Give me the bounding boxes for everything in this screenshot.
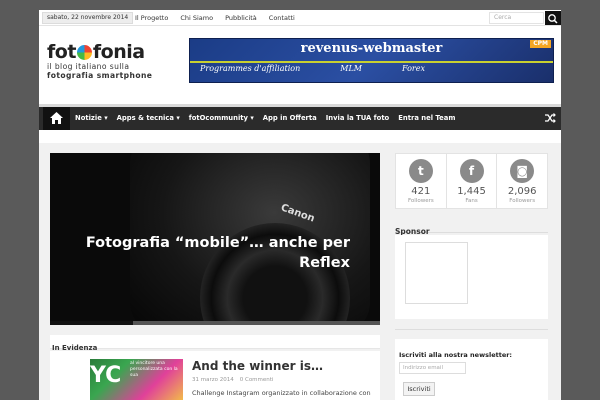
site-logo[interactable]: fot fonia il blog italiano sulla fotograf… <box>47 42 152 80</box>
nav-item-app-offerta[interactable]: App in Offerta <box>263 107 317 130</box>
slide-progress-bar <box>50 321 133 325</box>
newsletter-widget: Iscriviti alla nostra newsletter: Indiri… <box>395 339 548 400</box>
aperture-icon <box>76 45 92 60</box>
facebook-count: 1,445 <box>457 186 486 197</box>
nav-item-entra-team[interactable]: Entra nel Team <box>398 107 455 130</box>
banner-divider <box>190 61 553 63</box>
top-bar: sabato, 22 novembre 2014 Il Progetto Chi… <box>39 10 561 26</box>
home-button[interactable] <box>43 107 70 130</box>
post-meta: 31 marzo 2014 0 Commenti <box>192 377 273 383</box>
sponsor-box <box>395 235 548 319</box>
post-date: 31 marzo 2014 <box>192 377 234 383</box>
banner-item: MLM <box>340 64 362 73</box>
newsletter-label: Iscriviti alla nostra newsletter: <box>399 351 513 359</box>
thumb-caption: al vincitore una personalizzata con la s… <box>130 361 178 378</box>
top-nav: Il Progetto Chi Siamo Pubblicità Contatt… <box>135 10 307 26</box>
section-heading-evidenza: In Evidenza <box>50 335 380 352</box>
social-twitter[interactable]: t 421 Followers <box>396 154 447 208</box>
top-link-chi-siamo[interactable]: Chi Siamo <box>180 10 213 26</box>
search-button[interactable] <box>545 11 561 25</box>
instagram-count: 2,096 <box>507 186 537 197</box>
thumb-text: YC <box>90 363 122 388</box>
featured-post: YC al vincitore una personalizzata con l… <box>50 351 380 400</box>
search-icon <box>548 14 558 24</box>
banner-subtitle: Programmes d'affiliation MLM Forex <box>200 64 425 73</box>
slide-progress <box>50 321 380 325</box>
nav-items: Notizie ▾ Apps & tecnica ▾ fotOcommunity… <box>75 107 464 130</box>
subscribe-button[interactable]: Iscriviti <box>403 382 435 396</box>
logo-tagline-2: fotografia smartphone <box>47 71 153 80</box>
facebook-icon: f <box>459 159 484 183</box>
post-excerpt: Challenge Instagram organizzato in colla… <box>192 389 371 397</box>
logo-wordmark: fot fonia <box>47 41 145 63</box>
nav-item-notizie[interactable]: Notizie ▾ <box>75 107 108 130</box>
current-date: sabato, 22 novembre 2014 <box>42 12 134 24</box>
slide-title[interactable]: Fotografia “mobile”… anche per Reflex <box>80 233 350 273</box>
instagram-label: Followers <box>509 198 536 204</box>
search-input[interactable]: Cerca <box>489 12 544 24</box>
nav-item-fotocommunity[interactable]: fotOcommunity ▾ <box>189 107 254 130</box>
post-thumbnail[interactable]: YC al vincitore una personalizzata con l… <box>90 359 183 400</box>
content-area: Canon Fotografia “mobile”… anche per Ref… <box>39 143 561 400</box>
facebook-label: Fans <box>465 198 478 204</box>
instagram-icon: ◙ <box>510 159 535 183</box>
newsletter-divider <box>395 329 548 337</box>
shuffle-icon[interactable] <box>544 112 556 124</box>
social-facebook[interactable]: f 1,445 Fans <box>447 154 498 208</box>
featured-slider[interactable]: Canon Fotografia “mobile”… anche per Ref… <box>50 153 380 325</box>
post-comments[interactable]: 0 Commenti <box>240 377 274 383</box>
twitter-label: Followers <box>407 198 434 204</box>
banner-title: revenus-webmaster <box>300 41 443 56</box>
banner-badge: CPM <box>530 40 551 48</box>
top-link-contatti[interactable]: Contatti <box>269 10 295 26</box>
nav-item-invia-foto[interactable]: Invia la TUA foto <box>326 107 389 130</box>
page-wrapper: sabato, 22 novembre 2014 Il Progetto Chi… <box>39 10 561 400</box>
social-counters: t 421 Followers f 1,445 Fans ◙ 2,096 Fol… <box>395 153 548 209</box>
post-title[interactable]: And the winner is… <box>192 359 323 373</box>
sponsor-ad-slot[interactable] <box>405 242 468 304</box>
twitter-icon: t <box>408 159 433 183</box>
top-link-pubblicita[interactable]: Pubblicità <box>225 10 257 26</box>
banner-item: Forex <box>401 64 425 73</box>
top-link-progetto[interactable]: Il Progetto <box>135 10 168 26</box>
banner-item: Programmes d'affiliation <box>200 64 301 73</box>
site-header: fot fonia il blog italiano sulla fotograf… <box>39 27 561 104</box>
home-icon <box>50 112 63 124</box>
nav-item-apps-tecnica[interactable]: Apps & tecnica ▾ <box>117 107 180 130</box>
social-instagram[interactable]: ◙ 2,096 Followers <box>497 154 547 208</box>
logo-tagline-1: il blog italiano sulla <box>47 62 130 71</box>
sponsor-heading: Sponsor <box>395 219 548 236</box>
main-nav: Notizie ▾ Apps & tecnica ▾ fotOcommunity… <box>39 104 561 130</box>
email-field[interactable]: Indirizzo email <box>399 362 466 374</box>
twitter-count: 421 <box>411 186 431 197</box>
ad-banner[interactable]: revenus-webmaster Programmes d'affiliati… <box>189 38 554 83</box>
